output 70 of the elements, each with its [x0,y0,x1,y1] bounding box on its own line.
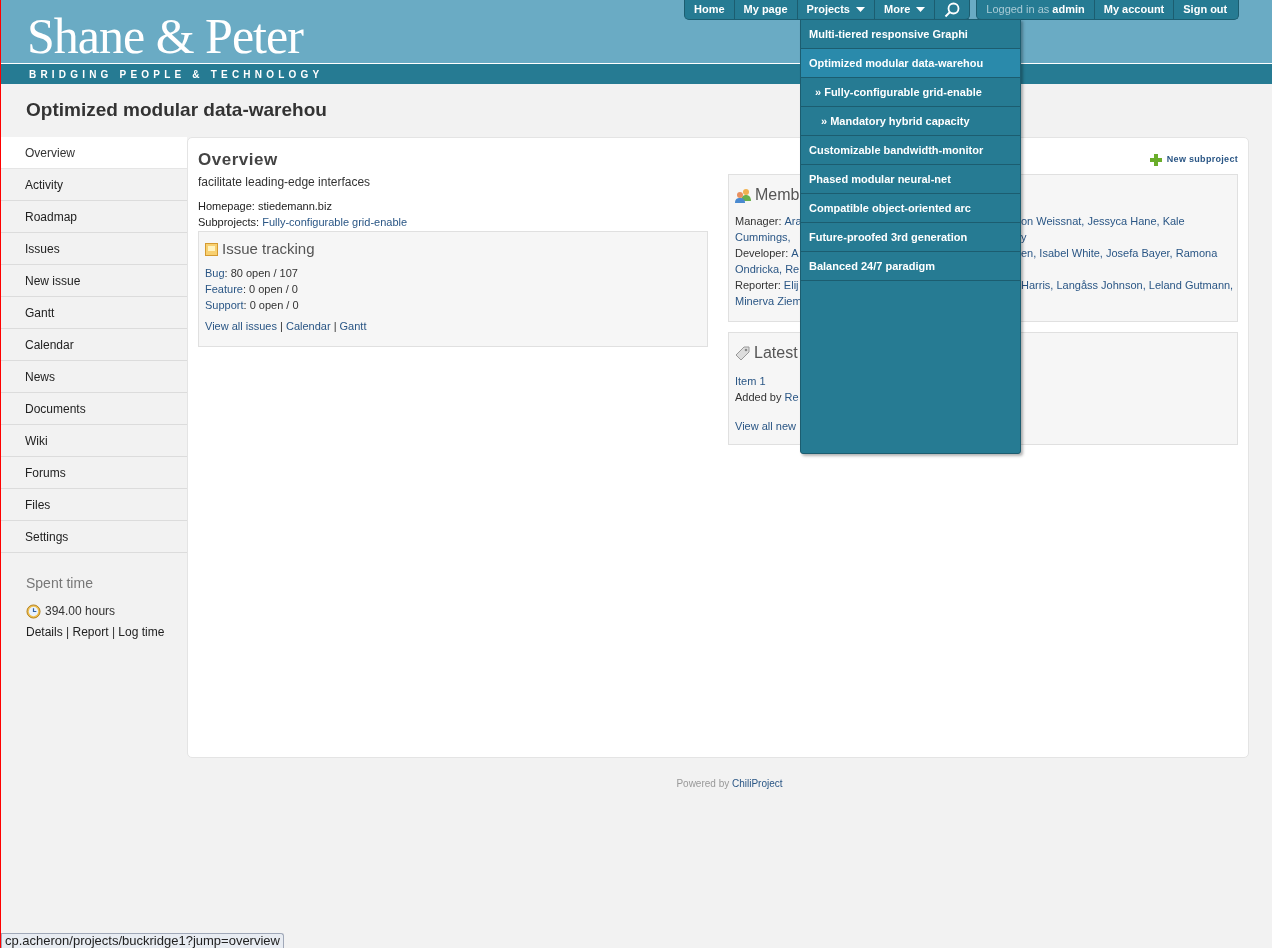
member-link[interactable]: A [791,245,799,261]
project-menu-item[interactable]: Phased modular neural-net [801,165,1020,194]
project-menu-item[interactable]: Customizable bandwidth-monitor [801,136,1020,165]
member-link[interactable]: on Weissnat, Jessyca Hane, Kale [1021,213,1185,229]
member-link[interactable]: Ondricka, Re [735,261,800,277]
status-url: cp.acheron/projects/buckridge1?jump=overview [1,933,284,948]
issue-tracking-title: Issue tracking [222,239,315,259]
issues-link[interactable]: View all issues [205,319,277,332]
sidebar-item[interactable]: Overview [1,137,187,169]
tracker-link[interactable]: Bug [205,266,225,279]
tracker-count: : 80 open / 107 [224,266,298,279]
chiliproject-link[interactable]: ChiliProject [732,776,783,791]
menu-link[interactable]: My page [734,0,798,19]
caret-icon [856,7,865,12]
project-menu-item[interactable]: Compatible object-oriented arc [801,194,1020,223]
members-title: Memb [755,185,800,205]
member-link[interactable]: en, Isabel White, Josefa Bayer, Ramona [1021,245,1218,261]
overview-title: Overview [198,149,279,171]
separator: | [279,319,284,332]
tracker-count: : 0 open / 0 [242,282,298,295]
powered-by-label: Powered by [676,777,730,791]
spent-time-link[interactable]: Report [72,625,109,639]
caret-icon [916,7,926,12]
users-icon [735,187,751,203]
subprojects-label: Subprojects: [198,216,260,228]
plus-icon [1149,154,1162,166]
project-menu-item[interactable]: Balanced 24/7 paradigm [801,252,1020,281]
spent-time-link[interactable]: Log time [118,625,165,639]
new-subproject-link[interactable]: New subproject [1166,153,1238,167]
separator: | [332,319,338,332]
project-menu-item[interactable]: Multi-tiered responsive Graphi [801,20,1020,49]
project-menu-item[interactable]: Future-proofed 3rd generation [801,223,1020,252]
project-description: facilitate leading-edge interfaces [198,174,372,191]
search-icon [944,1,961,18]
project-menu-item[interactable]: Optimized modular data-warehou [801,49,1020,78]
member-role: Manager: [735,214,782,229]
member-role: Developer: [735,246,789,261]
tracker-link[interactable]: Support [205,298,244,311]
spent-time-title: Spent time [26,574,94,593]
member-link[interactable]: Harris, Langåss Johnson, Leland Gutmann, [1021,277,1234,293]
page-title: Optimized modular data-warehou [26,98,327,123]
tracker-icon [205,242,218,256]
issues-link[interactable]: Calendar [285,319,331,332]
news-title: Latest [754,343,798,363]
view-all-news-link[interactable]: View all new [735,420,796,432]
member-link[interactable]: Elij [783,277,799,293]
logo: Shane & Peter [27,11,303,61]
news-item-link[interactable]: Item 1 [735,375,766,387]
project-menu-item[interactable]: » Mandatory hybrid capacity [801,107,1020,136]
spent-hours: 394.00 hours [45,603,116,620]
member-role: Reporter: [735,278,781,293]
account-link[interactable]: My account [1094,0,1175,19]
member-link[interactable]: y [1021,229,1027,245]
account-link[interactable]: Sign out [1174,0,1237,19]
author-link[interactable]: Re [784,391,799,403]
menu-link[interactable]: Home [685,0,735,19]
added-by-label: Added by [735,391,782,403]
tag-icon [735,345,750,361]
issues-link[interactable]: Gantt [339,319,367,332]
subproject-link[interactable]: Fully-configurable grid-enable [262,216,408,228]
homepage-text: Homepage: stiedemann.biz [198,200,332,212]
clock-icon [26,603,41,619]
tracker-count: : 0 open / 0 [243,298,299,311]
separator: | [110,625,116,639]
tagline: BRIDGING PEOPLE & TECHNOLOGY [29,67,324,82]
spent-time-link[interactable]: Details [26,625,63,639]
member-link[interactable]: Cummings, [735,229,791,245]
separator: | [65,625,71,639]
project-menu-item[interactable]: » Fully-configurable grid-enable [801,78,1020,107]
tracker-link[interactable]: Feature [205,282,243,295]
